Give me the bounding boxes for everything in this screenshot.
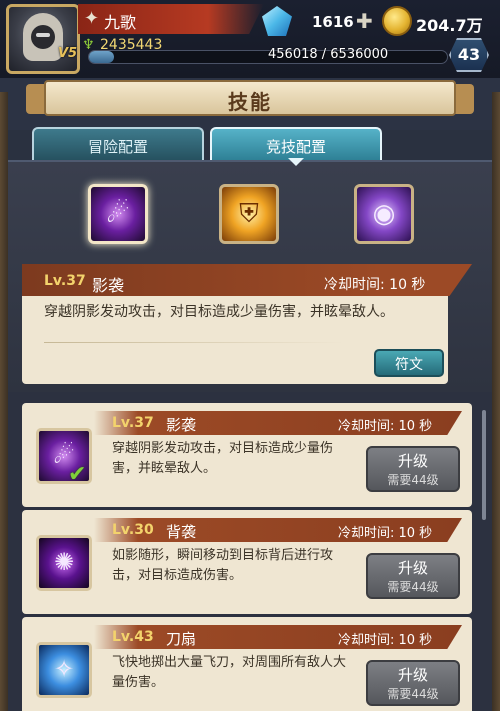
skill-cooldown: 冷却时间: 10 秒 — [338, 419, 433, 434]
skill-cooldown: 冷却时间: 10 秒 — [338, 633, 433, 648]
scrollbar[interactable] — [482, 410, 486, 520]
shadow-strike-icon: ☄ — [106, 199, 130, 229]
upgrade-requirement: 需要44级 — [387, 687, 439, 701]
player-level: 43 — [457, 45, 481, 64]
skill-description: 穿越阴影发动攻击，对目标造成少量伤害，并眩晕敌人。 — [112, 441, 334, 476]
skill-level: Lv.43 — [112, 629, 154, 645]
add-gems-button[interactable]: ✚ — [356, 9, 373, 33]
gem-count: 1616 — [312, 13, 354, 31]
skill-level: Lv.37 — [112, 415, 154, 431]
avatar[interactable] — [6, 4, 80, 74]
avatar-face — [31, 25, 55, 49]
player-name: 九歌 — [104, 13, 137, 32]
skill-detail-cooldown: 冷却时间: 10 秒 — [324, 277, 426, 293]
star-icon: ✦ — [84, 8, 100, 29]
rune-button-label[interactable]: 符文 — [374, 354, 444, 374]
gold-count: 204.7万 — [416, 16, 483, 35]
vip-badge: V5 — [58, 46, 78, 61]
blade-fan-icon: ✧ — [53, 655, 75, 683]
upgrade-requirement: 需要44级 — [387, 580, 439, 594]
exp-text: 456018 / 6536000 — [268, 47, 389, 62]
upgrade-button-label[interactable]: 升级 — [366, 664, 460, 685]
skill-cooldown: 冷却时间: 10 秒 — [338, 526, 433, 541]
exp-bar-fill — [89, 51, 114, 63]
page-title: 技能 — [228, 90, 272, 114]
backstab-icon: ✺ — [53, 548, 75, 576]
skill-name: 刀扇 — [166, 630, 197, 648]
skill-level: Lv.30 — [112, 522, 154, 538]
shield-break-icon: ⛨ — [239, 199, 259, 229]
skill-detail-level: Lv.37 — [44, 273, 86, 289]
tab-arena-config-label[interactable]: 竞技配置 — [210, 136, 382, 157]
divider — [44, 342, 344, 343]
skill-detail-name: 影袭 — [92, 276, 125, 295]
avatar-eyes — [36, 33, 50, 37]
upgrade-requirement: 需要44级 — [387, 473, 439, 487]
vortex-icon: ◉ — [372, 199, 396, 229]
upgrade-button-label[interactable]: 升级 — [366, 557, 460, 578]
skill-description: 如影随形，瞬间移动到目标背后进行攻击，对目标造成伤害。 — [112, 548, 334, 583]
gold-coin-icon — [382, 6, 412, 36]
skill-name: 背袭 — [166, 523, 197, 541]
frame-left — [0, 92, 8, 711]
tab-adventure-config-label[interactable]: 冒险配置 — [32, 136, 204, 157]
skill-detail-description: 穿越阴影发动攻击，对目标造成少量伤害，并眩晕敌人。 — [44, 304, 394, 320]
frame-right — [492, 92, 500, 711]
skill-name: 影袭 — [166, 416, 197, 434]
skill-description: 飞快地掷出大量飞刀，对周围所有敌人大量伤害。 — [112, 655, 347, 690]
equipped-check-icon: ✔ — [68, 462, 87, 487]
upgrade-button-label[interactable]: 升级 — [366, 450, 460, 471]
